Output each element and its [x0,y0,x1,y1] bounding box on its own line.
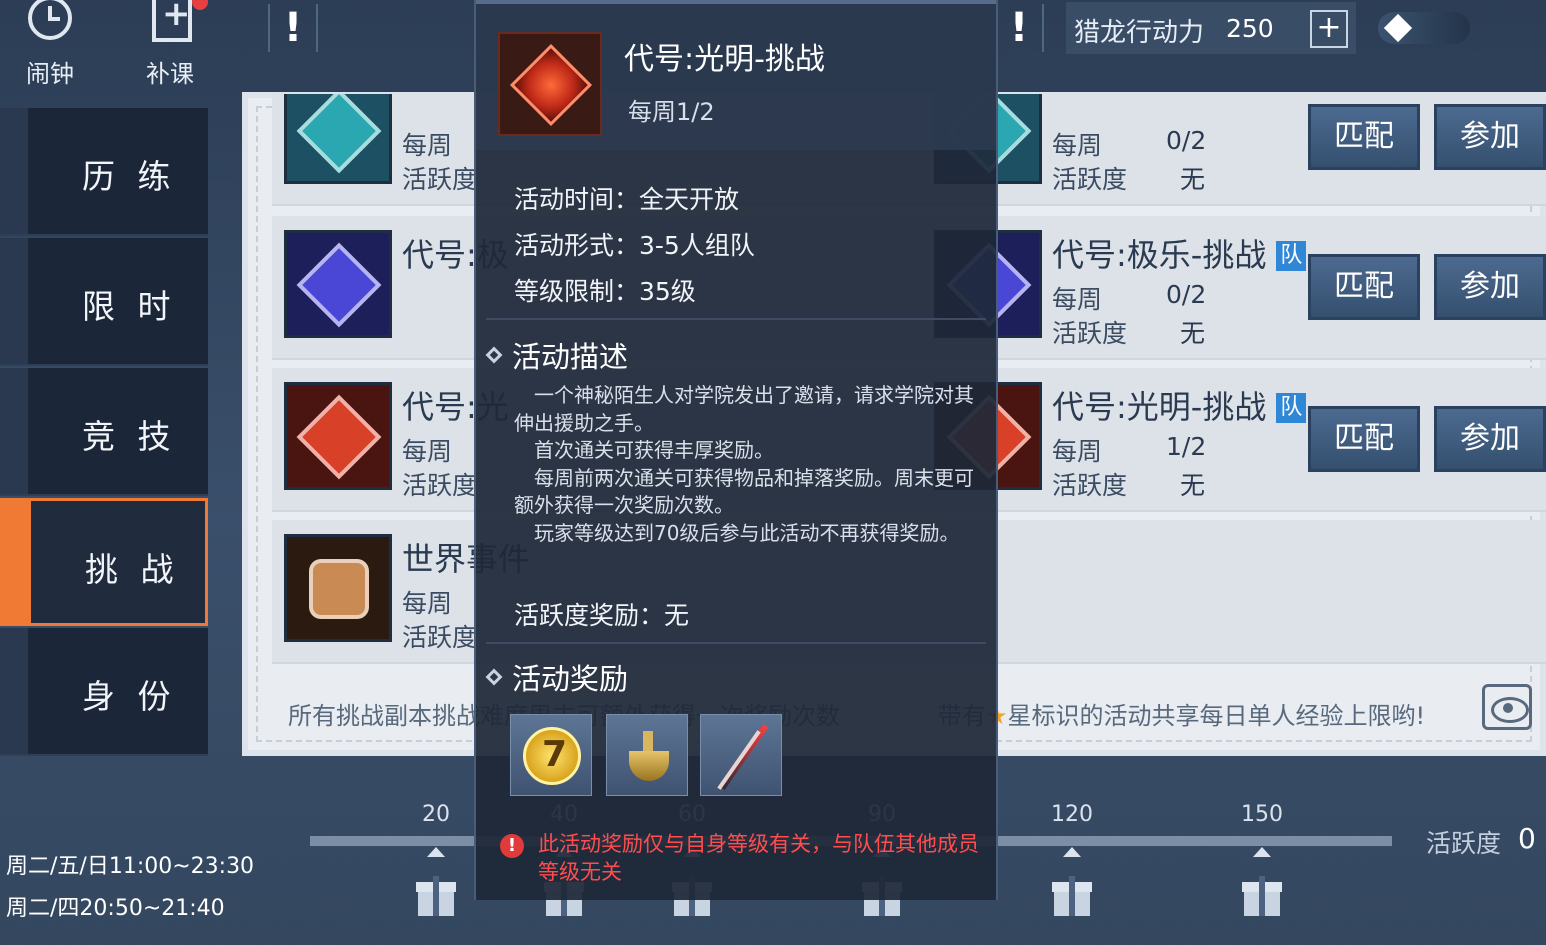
shared-exp-note: 带有★星标识的活动共享每日单人经验上限哟! [938,696,1425,731]
activity-icon [284,382,392,490]
reward-warning: ! 此活动奖励仅与自身等级有关，与队伍其他成员等级无关 [500,830,986,886]
sword-icon[interactable] [700,714,782,796]
activity-icon [284,94,392,184]
coin-icon[interactable] [510,714,592,796]
warning-icon: ! [500,834,524,858]
diamond-bullet-icon [485,668,503,686]
tab-limited[interactable]: 限 时 [0,238,208,366]
tab-training[interactable]: 历 练 [0,108,208,236]
activity-form: 活动形式：3-5人组队 [514,231,755,260]
match-button[interactable]: 匹配 [1308,254,1420,320]
gift-icon[interactable] [416,876,456,916]
join-button[interactable]: 参加 [1434,254,1546,320]
team-badge: 队 [1276,241,1307,271]
tooltip-header: 代号:光明-挑战 每周1/2 [476,0,996,150]
match-button[interactable]: 匹配 [1308,104,1420,170]
makeup-label: 补课 [146,60,194,88]
milestone: 120 [1042,802,1102,857]
frequency-value: 1/2 [1166,432,1207,461]
frequency-value: 0/2 [1166,126,1207,155]
divider [486,318,986,320]
diamond-bullet-icon [485,346,503,364]
tab-label: 历 练 [82,157,177,196]
tab-arena[interactable]: 竞 技 [0,368,208,496]
tab-challenge[interactable]: 挑 战 [0,498,208,626]
notification-dot [192,0,208,10]
activity-title: 代号:极乐-挑战队 [1052,230,1307,276]
alert-icon[interactable]: ! [268,4,318,52]
tooltip-title: 代号:光明-挑战 [624,42,825,77]
stamina-label: 猎龙行动力 [1074,18,1205,48]
alarm-label: 闹钟 [26,60,74,88]
eye-icon[interactable] [1482,684,1532,730]
frequency-label: 每周 [402,589,453,618]
join-button[interactable]: 参加 [1434,406,1546,472]
tab-label: 限 时 [82,287,177,326]
makeup-class-button[interactable]: 补课 [130,0,210,88]
currency-toggle[interactable] [1378,12,1470,44]
match-button[interactable]: 匹配 [1308,406,1420,472]
activity-label: 活跃度 [402,623,478,652]
activity-description: 一个神秘陌生人对学院发出了邀请，请求学院对其伸出援助之手。 首次通关可获得丰厚奖… [514,383,974,545]
frequency-label: 每周 [1052,437,1103,466]
activity-label: 活跃度 [1052,165,1128,194]
tab-identity[interactable]: 身 份 [0,628,208,756]
activity-label: 活跃度 [402,165,478,194]
tab-label: 身 份 [82,677,177,716]
description-heading: 活动描述 [485,334,628,376]
add-stamina-button[interactable]: + [1310,10,1348,48]
gift-icon[interactable] [1052,876,1092,916]
stamina-value: 250 [1226,14,1274,43]
activity-label: 活跃度 [1052,471,1128,500]
activity-value: 无 [1180,471,1206,500]
activity-label: 活跃度 [402,471,478,500]
tooltip-frequency: 每周1/2 [628,98,715,126]
milestone: 20 [406,802,466,857]
frequency-value: 0/2 [1166,280,1207,309]
join-button[interactable]: 参加 [1434,104,1546,170]
schedule-line: 周二/五/日11:00~23:30 [6,854,255,879]
frequency-label: 每周 [402,131,453,160]
team-badge: 队 [1276,393,1307,423]
activity-icon [284,534,392,642]
activity-title: 代号:光明-挑战队 [1052,382,1307,428]
frequency-label: 每周 [402,437,453,466]
activity-value: 无 [1180,319,1206,348]
alarm-button[interactable]: 闹钟 [10,0,90,88]
category-tabs: 历 练 限 时 竞 技 挑 战 身 份 [0,108,208,758]
stamina-bar: 猎龙行动力 250 + [1066,2,1356,54]
level-requirement: 等级限制：35级 [514,277,696,306]
activity-icon [284,230,392,338]
activity-value: 无 [1180,165,1206,194]
milestone: 150 [1232,802,1292,857]
reward-heading: 活动奖励 [485,656,628,698]
activity-label: 活跃度 [1052,319,1128,348]
diamond-icon [1383,13,1413,43]
activity-time: 活动时间：全天开放 [514,185,740,214]
frequency-label: 每周 [1052,131,1103,160]
divider [486,642,986,644]
alert-icon[interactable]: ! [994,4,1044,52]
activity-total-label: 活跃度 [1426,829,1502,858]
frequency-label: 每周 [1052,285,1103,314]
activity-reward-text: 活跃度奖励：无 [514,601,690,630]
activity-icon [498,32,602,136]
potion-icon[interactable] [606,714,688,796]
tab-label: 挑 战 [85,550,180,589]
activity-total-value: 0 [1518,822,1536,855]
gift-icon[interactable] [1242,876,1282,916]
alarm-clock-icon [26,0,74,48]
schedule-line: 周二/四20:50~21:40 [6,896,225,921]
activity-detail-tooltip: 代号:光明-挑战 每周1/2 活动时间：全天开放 活动形式：3-5人组队 等级限… [474,0,998,900]
add-class-icon [146,0,208,48]
tab-label: 竞 技 [82,417,177,456]
